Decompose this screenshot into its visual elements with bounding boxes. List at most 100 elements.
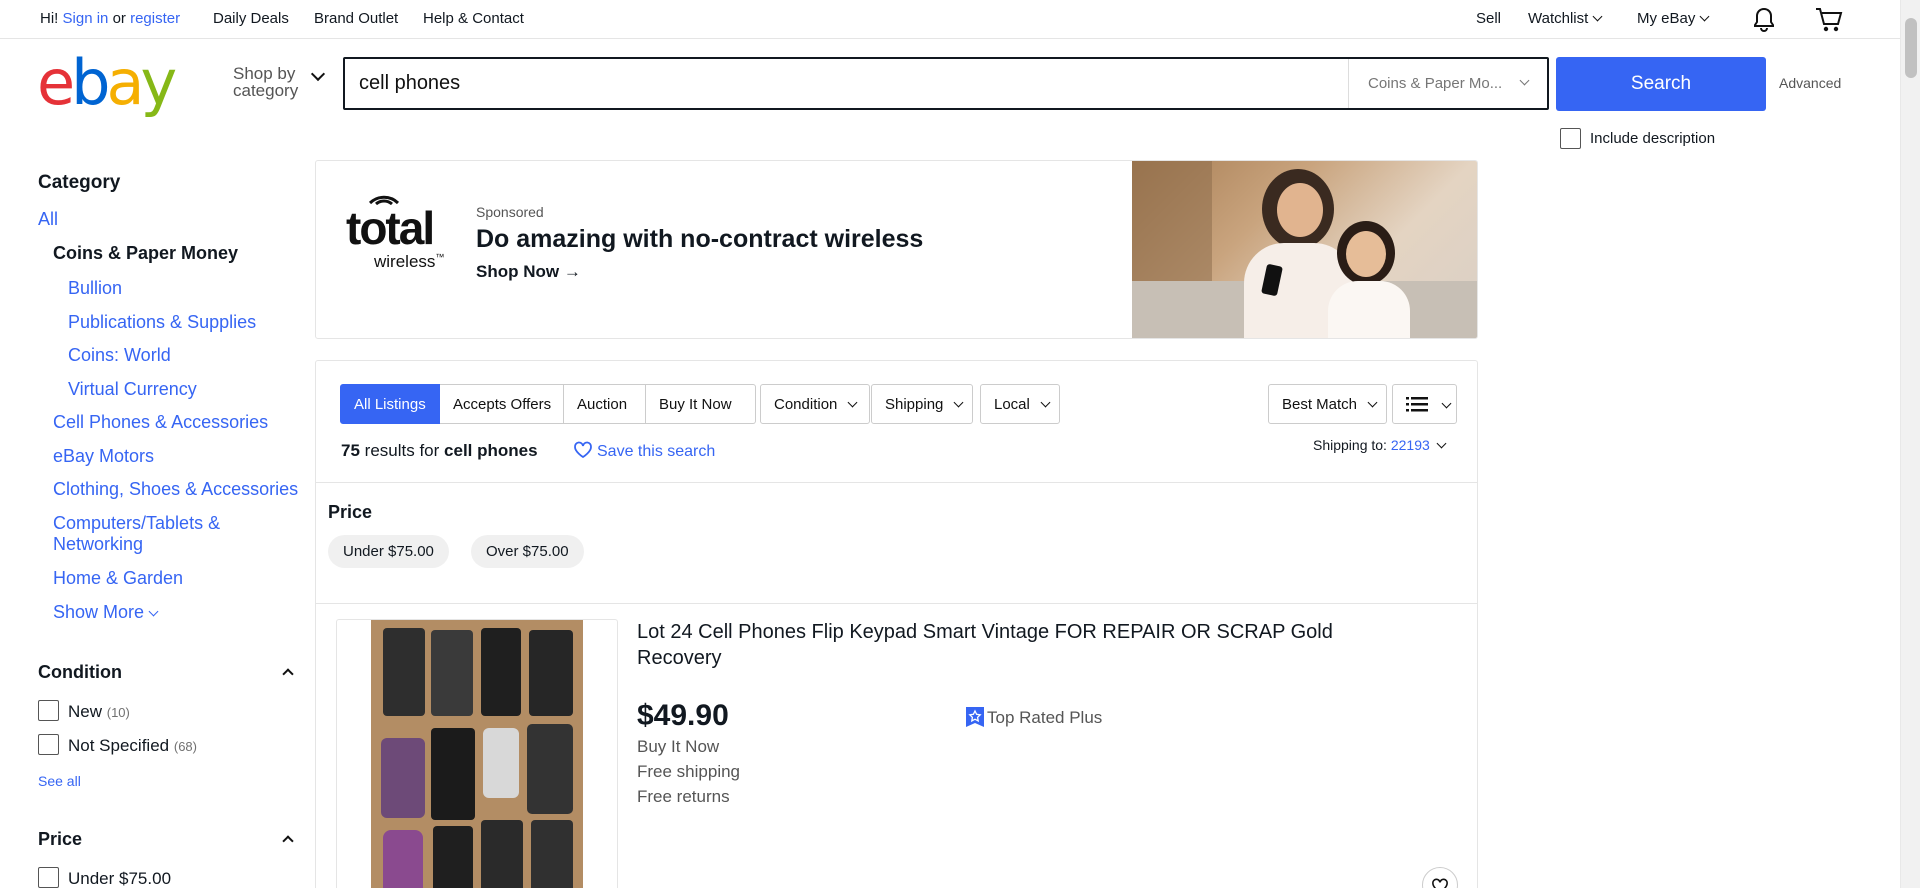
view-toggle-dropdown[interactable] xyxy=(1392,384,1457,424)
results-query: cell phones xyxy=(444,441,538,460)
subcategory-virtual-currency[interactable]: Virtual Currency xyxy=(68,379,197,400)
total-wireless-logo: total wireless™ xyxy=(346,205,444,270)
brand-logo-word: wireless xyxy=(374,252,436,271)
banner-photo xyxy=(1132,161,1477,338)
photo-girl-shirt xyxy=(1328,281,1410,338)
results-count-text: 75 results for cell phones xyxy=(341,441,538,461)
greeting: Hi! Sign in or register xyxy=(40,10,180,27)
list-view-icon xyxy=(1406,397,1428,412)
category-select[interactable]: Coins & Paper Mo... xyxy=(1348,59,1547,108)
watch-item-button[interactable] xyxy=(1422,867,1458,888)
my-ebay-menu[interactable]: My eBay xyxy=(1637,10,1710,27)
brand-outlet-link[interactable]: Brand Outlet xyxy=(314,10,398,27)
condition-new-checkbox[interactable] xyxy=(38,700,59,721)
search-input[interactable] xyxy=(345,59,1347,108)
listing-title-line1: Lot 24 Cell Phones Flip Keypad Smart Vin… xyxy=(637,621,1333,643)
shipping-to-label: Shipping to: xyxy=(1313,437,1387,453)
condition-heading: Condition xyxy=(38,662,122,682)
condition-new-option: New (10) xyxy=(68,702,130,722)
chevron-down-icon xyxy=(1592,11,1603,22)
chevron-down-icon xyxy=(1436,438,1447,449)
sign-in-link[interactable]: Sign in xyxy=(63,10,109,27)
watchlist-menu[interactable]: Watchlist xyxy=(1528,10,1603,27)
condition-new-label: New xyxy=(68,702,103,721)
chevron-down-icon xyxy=(953,397,964,408)
tab-buy-it-now[interactable]: Buy It Now xyxy=(646,384,756,424)
listing-title-line2: Recovery xyxy=(637,647,722,669)
save-search-link[interactable]: Save this search xyxy=(573,441,715,461)
price-under-checkbox[interactable] xyxy=(38,867,59,888)
logo-letter-b: b xyxy=(71,46,110,119)
listing-price: $49.90 xyxy=(637,699,729,732)
listing-image[interactable] xyxy=(336,619,618,888)
daily-deals-link[interactable]: Daily Deals xyxy=(213,10,289,27)
help-contact-link[interactable]: Help & Contact xyxy=(423,10,524,27)
collapse-icon[interactable] xyxy=(282,835,294,847)
listing-returns: Free returns xyxy=(637,787,730,806)
sort-dropdown-label: Best Match xyxy=(1282,396,1358,413)
listing-title-link[interactable]: Lot 24 Cell Phones Flip Keypad Smart Vin… xyxy=(637,619,1333,671)
show-more-link[interactable]: Show More xyxy=(53,602,159,623)
chevron-down-icon xyxy=(1040,397,1051,408)
category-heading: Category xyxy=(38,172,121,193)
phone-8 xyxy=(527,724,573,814)
phone-10 xyxy=(433,826,473,888)
top-nav-bar: Hi! Sign in or register Daily Deals Bran… xyxy=(0,0,1900,39)
category-computers-line2[interactable]: Networking xyxy=(53,534,143,555)
subcategory-coins-world[interactable]: Coins: World xyxy=(68,345,171,366)
shop-by-category-button[interactable]: Shop by category xyxy=(233,65,326,99)
heart-icon xyxy=(574,441,592,459)
save-search-label: Save this search xyxy=(597,443,716,460)
photo-girl-face xyxy=(1346,231,1386,277)
price-pill-under[interactable]: Under $75.00 xyxy=(328,535,449,568)
chevron-down-icon xyxy=(1699,11,1710,22)
sort-dropdown[interactable]: Best Match xyxy=(1268,384,1387,424)
bell-icon[interactable] xyxy=(1752,7,1776,33)
condition-dropdown[interactable]: Condition xyxy=(760,384,870,424)
tab-all-listings[interactable]: All Listings xyxy=(340,384,440,424)
scrollbar-thumb[interactable] xyxy=(1905,18,1917,78)
category-ebay-motors[interactable]: eBay Motors xyxy=(53,446,154,467)
category-all-link[interactable]: All xyxy=(38,209,58,230)
subcategory-publications[interactable]: Publications & Supplies xyxy=(68,312,256,333)
banner-headline: Do amazing with no-contract wireless xyxy=(476,225,924,253)
phone-6 xyxy=(431,728,475,820)
category-home-garden[interactable]: Home & Garden xyxy=(53,568,183,589)
cart-icon[interactable] xyxy=(1814,6,1844,34)
brand-logo-line2: wireless™ xyxy=(374,252,444,271)
listing-shipping: Free shipping xyxy=(637,762,741,781)
results-count: 75 xyxy=(341,441,360,460)
register-link[interactable]: register xyxy=(130,10,180,27)
condition-new-count: (10) xyxy=(106,705,130,720)
condition-not-specified-label: Not Specified xyxy=(68,736,170,755)
tab-auction[interactable]: Auction xyxy=(564,384,646,424)
search-button[interactable]: Search xyxy=(1556,57,1766,111)
collapse-icon[interactable] xyxy=(282,668,294,680)
see-all-link[interactable]: See all xyxy=(38,773,81,789)
category-clothing[interactable]: Clothing, Shoes & Accessories xyxy=(53,479,298,500)
category-computers-line1[interactable]: Computers/Tablets & xyxy=(53,513,220,534)
logo-letter-y: y xyxy=(140,46,178,119)
shipping-dropdown[interactable]: Shipping xyxy=(871,384,973,424)
local-dropdown-label: Local xyxy=(994,396,1030,413)
category-cell-phones[interactable]: Cell Phones & Accessories xyxy=(53,412,268,433)
sell-link[interactable]: Sell xyxy=(1476,10,1501,27)
price-heading: Price xyxy=(38,829,83,849)
condition-not-specified-checkbox[interactable] xyxy=(38,734,59,755)
ebay-logo[interactable]: ebay xyxy=(37,52,177,114)
top-rated-badge: Top Rated Plus xyxy=(965,706,1102,728)
price-pill-over[interactable]: Over $75.00 xyxy=(471,535,584,568)
advanced-search-link[interactable]: Advanced xyxy=(1779,75,1841,91)
shop-now-link[interactable]: Shop Now → xyxy=(476,262,581,282)
chevron-down-icon xyxy=(847,397,858,408)
page-scrollbar[interactable] xyxy=(1900,0,1920,888)
tab-accepts-offers[interactable]: Accepts Offers xyxy=(440,384,564,424)
shipping-to[interactable]: Shipping to: 22193 xyxy=(1313,437,1447,453)
show-more-label: Show More xyxy=(53,602,145,622)
subcategory-bullion[interactable]: Bullion xyxy=(68,278,122,299)
sponsored-banner[interactable]: total wireless™ Sponsored Do amazing wit… xyxy=(315,160,1478,339)
wifi-signal-icon xyxy=(346,195,446,209)
local-dropdown[interactable]: Local xyxy=(980,384,1060,424)
include-description-checkbox[interactable] xyxy=(1560,128,1581,149)
chevron-down-icon xyxy=(310,66,326,82)
